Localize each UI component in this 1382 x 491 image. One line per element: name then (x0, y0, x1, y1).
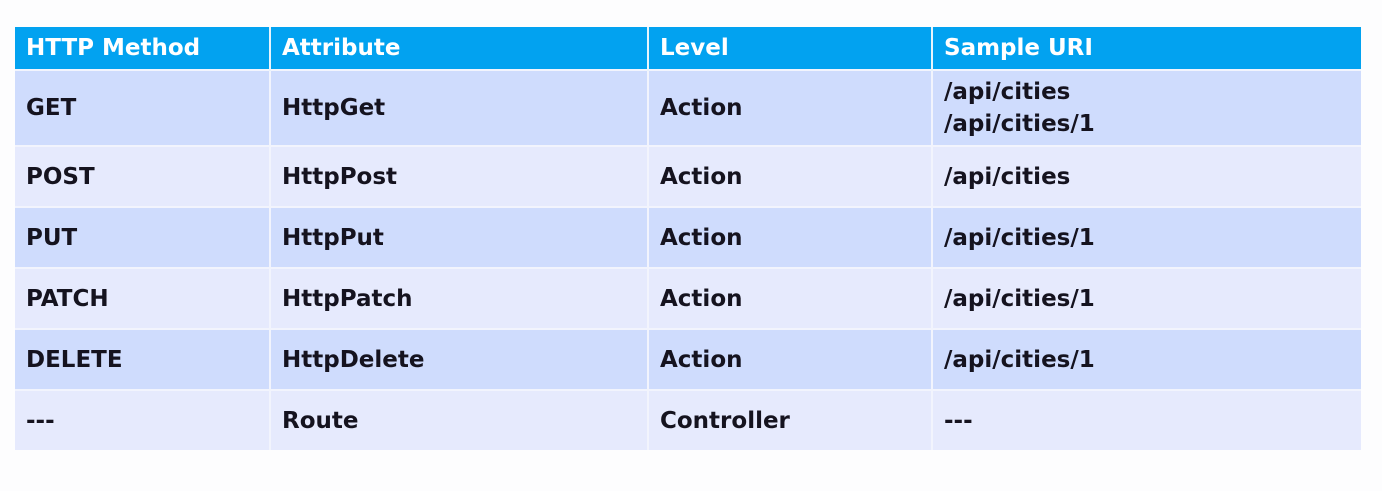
table-row: GET HttpGet Action /api/cities/api/citie… (15, 69, 1361, 146)
cell-level: Controller (648, 389, 933, 450)
header-level: Level (648, 27, 933, 70)
cell-uri: /api/cities/1 (932, 206, 1361, 268)
cell-method: GET (15, 69, 271, 146)
cell-attribute: HttpPost (270, 145, 649, 207)
cell-level: Action (648, 69, 933, 146)
cell-method: DELETE (15, 328, 271, 390)
cell-attribute: HttpGet (270, 69, 649, 146)
table-row: PUT HttpPut Action /api/cities/1 (15, 206, 1361, 268)
cell-level: Action (648, 328, 933, 390)
header-attribute: Attribute (270, 27, 649, 70)
cell-uri: /api/cities/api/cities/1 (932, 69, 1361, 146)
cell-attribute: HttpPatch (270, 267, 649, 329)
cell-level: Action (648, 145, 933, 207)
cell-level: Action (648, 267, 933, 329)
header-row: HTTP Method Attribute Level Sample URI (15, 27, 1361, 70)
table-row: POST HttpPost Action /api/cities (15, 145, 1361, 207)
header-sample-uri: Sample URI (932, 27, 1361, 70)
cell-method: PUT (15, 206, 271, 268)
cell-uri: /api/cities/1 (932, 267, 1361, 329)
cell-method: PATCH (15, 267, 271, 329)
uri-line: /api/cities (944, 79, 1071, 105)
header-http-method: HTTP Method (15, 27, 271, 70)
cell-level: Action (648, 206, 933, 268)
uri-line: /api/cities/1 (944, 111, 1095, 137)
cell-uri: /api/cities (932, 145, 1361, 207)
table-row: DELETE HttpDelete Action /api/cities/1 (15, 328, 1361, 390)
cell-attribute: HttpDelete (270, 328, 649, 390)
cell-attribute: Route (270, 389, 649, 450)
table-row: PATCH HttpPatch Action /api/cities/1 (15, 267, 1361, 329)
table-row: --- Route Controller --- (15, 389, 1361, 450)
http-methods-table: HTTP Method Attribute Level Sample URI G… (15, 27, 1361, 450)
cell-attribute: HttpPut (270, 206, 649, 268)
cell-uri: --- (932, 389, 1361, 450)
cell-uri: /api/cities/1 (932, 328, 1361, 390)
cell-method: POST (15, 145, 271, 207)
cell-method: --- (15, 389, 271, 450)
